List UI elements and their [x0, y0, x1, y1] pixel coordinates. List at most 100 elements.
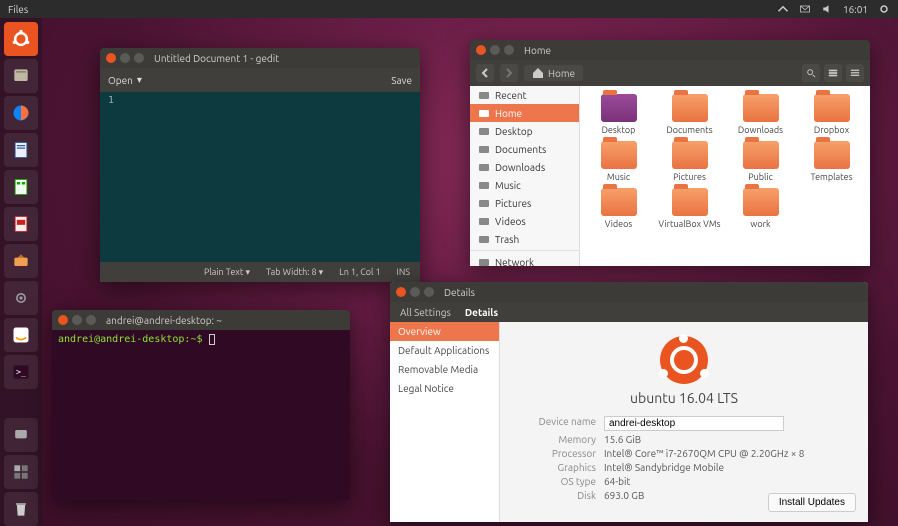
gedit-title: Untitled Document 1 - gedit — [154, 53, 279, 64]
folder-templates[interactable]: Templates — [797, 141, 866, 182]
folder-desktop[interactable]: Desktop — [584, 94, 653, 135]
sidebar-item-pictures[interactable]: Pictures — [470, 194, 579, 212]
sidebar-item-documents[interactable]: Documents — [470, 140, 579, 158]
details-sidebar: OverviewDefault ApplicationsRemovable Me… — [390, 322, 500, 522]
forward-button[interactable] — [500, 64, 518, 82]
gedit-window: Untitled Document 1 - gedit Open ▾ Save … — [100, 48, 420, 282]
details-main: ubuntu 16.04 LTS Device name Memory15.6 … — [500, 322, 868, 522]
processor-label: Processor — [516, 448, 596, 459]
folder-icon — [601, 94, 637, 122]
music-icon — [478, 179, 490, 191]
folder-label: Public — [748, 172, 773, 182]
folder-documents[interactable]: Documents — [655, 94, 724, 135]
sidebar-item-music[interactable]: Music — [470, 176, 579, 194]
minimize-icon[interactable] — [120, 53, 130, 63]
files-sidebar: Recent HomeDesktopDocuments Downloads Music… — [470, 86, 580, 266]
minimize-icon[interactable] — [72, 315, 82, 325]
folder-dropbox[interactable]: Dropbox — [797, 94, 866, 135]
terminal-titlebar[interactable]: andrei@andrei-desktop: ~ — [52, 310, 350, 330]
save-button[interactable]: Save — [391, 75, 412, 86]
recent-icon — [478, 89, 490, 101]
writer-icon[interactable] — [4, 133, 38, 167]
minimize-icon[interactable] — [490, 45, 500, 55]
folder-music[interactable]: Music — [584, 141, 653, 182]
calc-icon[interactable] — [4, 170, 38, 204]
sidebar-item-trash[interactable]: Trash — [470, 230, 579, 248]
sidebar-item-label: Downloads — [495, 162, 545, 173]
minimize-icon[interactable] — [410, 287, 420, 297]
details-breadcrumb: All Settings Details — [390, 302, 868, 322]
close-icon[interactable] — [476, 45, 486, 55]
all-settings-link[interactable]: All Settings — [400, 307, 451, 318]
terminal-cursor — [209, 334, 215, 345]
sidebar-item-network[interactable]: Network — [470, 253, 579, 266]
settings-icon[interactable] — [4, 281, 38, 315]
close-icon[interactable] — [396, 287, 406, 297]
sidebar-item-recent[interactable]: Recent — [470, 86, 579, 104]
files-launcher-icon[interactable] — [4, 59, 38, 93]
mail-indicator-icon[interactable] — [799, 3, 811, 15]
amazon-icon[interactable] — [4, 318, 38, 352]
files-titlebar[interactable]: Home — [470, 40, 870, 60]
details-titlebar[interactable]: Details — [390, 282, 868, 302]
folder-pictures[interactable]: Pictures — [655, 141, 724, 182]
hamburger-menu-button[interactable] — [846, 64, 864, 82]
firefox-icon[interactable] — [4, 96, 38, 130]
trash-icon[interactable] — [4, 492, 38, 526]
folder-work[interactable]: work — [726, 188, 795, 229]
details-tab-remmedia[interactable]: Removable Media — [390, 360, 499, 379]
folder-videos[interactable]: Videos — [584, 188, 653, 229]
sidebar-item-label: Trash — [495, 234, 519, 245]
sidebar-item-downloads[interactable]: Downloads — [470, 158, 579, 176]
maximize-icon[interactable] — [134, 53, 144, 63]
sidebar-item-label: Network — [495, 257, 534, 267]
details-tab-overview[interactable]: Overview — [390, 322, 499, 341]
tab-width-selector[interactable]: Tab Width: 8 ▾ — [266, 267, 323, 278]
maximize-icon[interactable] — [86, 315, 96, 325]
details-tab-legal[interactable]: Legal Notice — [390, 379, 499, 398]
processor-value: Intel® Core™ i7-2670QM CPU @ 2.20GHz × 8 — [604, 448, 804, 459]
text-area[interactable] — [118, 92, 420, 262]
sidebar-item-desktop[interactable]: Desktop — [470, 122, 579, 140]
home-icon — [532, 67, 544, 79]
gedit-editor[interactable]: 1 — [100, 92, 420, 262]
clock[interactable]: 16:01 — [843, 4, 868, 15]
software-icon[interactable] — [4, 244, 38, 278]
sidebar-item-label: Recent — [495, 90, 527, 101]
language-selector[interactable]: Plain Text ▾ — [204, 267, 250, 278]
back-button[interactable] — [476, 64, 494, 82]
terminal-body[interactable]: andrei@andrei-desktop:~$ — [52, 330, 350, 500]
folder-icon — [601, 188, 637, 216]
dash-icon[interactable] — [4, 22, 38, 56]
gedit-titlebar[interactable]: Untitled Document 1 - gedit — [100, 48, 420, 68]
network-indicator-icon[interactable] — [777, 3, 789, 15]
install-updates-button[interactable]: Install Updates — [768, 493, 856, 512]
maximize-icon[interactable] — [504, 45, 514, 55]
device-icon[interactable] — [4, 418, 38, 452]
session-gear-icon[interactable] — [878, 3, 890, 15]
open-dropdown-icon[interactable]: ▾ — [137, 74, 142, 86]
sidebar-item-home[interactable]: Home — [470, 104, 579, 122]
details-tab-defapps[interactable]: Default Applications — [390, 341, 499, 360]
sound-indicator-icon[interactable] — [821, 3, 833, 15]
folder-downloads[interactable]: Downloads — [726, 94, 795, 135]
search-button[interactable] — [802, 64, 820, 82]
close-icon[interactable] — [58, 315, 68, 325]
folder-icon — [743, 94, 779, 122]
open-button[interactable]: Open — [108, 75, 133, 86]
folder-virtualbox-vms[interactable]: VirtualBox VMs — [655, 188, 724, 229]
sidebar-item-videos[interactable]: Videos — [470, 212, 579, 230]
disk-label: Disk — [516, 490, 596, 501]
folder-label: Music — [607, 172, 630, 182]
maximize-icon[interactable] — [424, 287, 434, 297]
view-list-button[interactable] — [824, 64, 842, 82]
folder-label: Templates — [811, 172, 853, 182]
impress-icon[interactable] — [4, 207, 38, 241]
device-name-input[interactable] — [604, 416, 784, 431]
workspace-switcher-icon[interactable] — [4, 455, 38, 489]
folder-public[interactable]: Public — [726, 141, 795, 182]
path-bar[interactable]: Home — [524, 65, 583, 81]
files-title: Home — [524, 45, 551, 56]
close-icon[interactable] — [106, 53, 116, 63]
terminal-launcher-icon[interactable]: >_ — [4, 355, 38, 389]
